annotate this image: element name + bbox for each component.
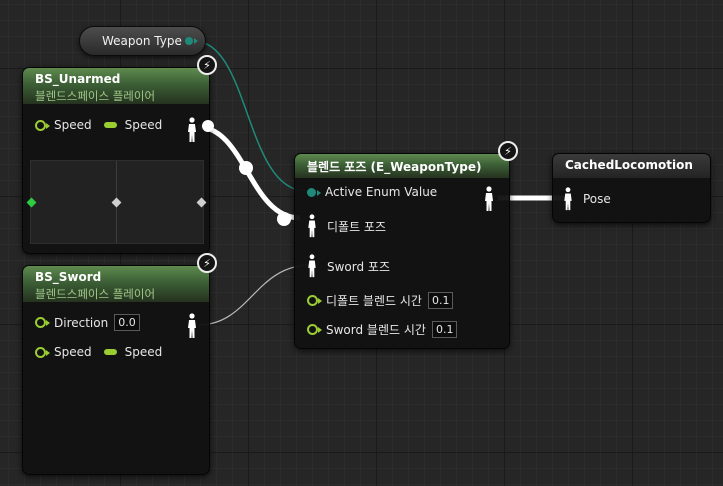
blendspace-sample-point[interactable] [111,197,122,208]
pose-output-pin-icon[interactable] [484,186,494,212]
pose-input-pin-icon[interactable] [307,254,317,278]
sword-pose-row: Sword 포즈 [307,254,390,278]
bs-unarmed-header: BS_Unarmed 블렌드스페이스 플레이어 [23,68,209,104]
reroute-knot[interactable] [277,212,291,226]
float-connector-icon [103,122,117,128]
bs-unarmed-subtitle: 블렌드스페이스 플레이어 [35,89,156,103]
pose-output-pin-icon[interactable] [187,117,197,143]
speed-input-label: Speed [124,345,163,359]
bs-sword-direction-row: Direction 0.0 [35,314,140,331]
pose-input-pin-icon[interactable] [307,214,317,238]
blend-time-input-pin[interactable] [307,324,322,335]
bs-sword-title: BS_Sword [35,270,102,284]
bs-sword-subtitle: 블렌드스페이스 플레이어 [35,287,156,301]
default-blend-time-row: 디폴트 블렌드 시간 0.1 [307,292,454,309]
active-enum-row: Active Enum Value [307,185,437,199]
reroute-knot[interactable] [202,120,214,132]
bs-sword-header: BS_Sword 블렌드스페이스 플레이어 [23,266,209,302]
speed-pin-label: Speed [54,345,92,359]
direction-value-field[interactable]: 0.0 [114,314,140,331]
sword-blend-time-label: Sword 블렌드 시간 [326,323,426,337]
default-pose-row: 디폴트 포즈 [307,214,386,238]
direction-input-pin[interactable] [35,317,50,328]
float-connector-icon [103,349,117,355]
default-pose-label: 디폴트 포즈 [327,219,387,234]
cached-locomotion-header: CachedLocomotion [553,154,710,178]
bs-unarmed-speed-row: Speed Speed [35,118,162,132]
weapon-type-variable-node[interactable]: Weapon Type [79,26,206,56]
blend-poses-title: 블렌드 포즈 (E_WeaponType) [307,160,482,174]
default-blend-time-field[interactable]: 0.1 [427,292,454,309]
pose-input-pin-icon[interactable] [563,187,573,211]
cached-locomotion-title: CachedLocomotion [565,158,693,172]
weapon-type-label: Weapon Type [102,34,182,48]
enum-output-pin[interactable] [185,37,198,45]
pose-output-pin-icon[interactable] [187,313,197,339]
blendspace-preview-graph [26,160,207,244]
bs-sword-speed-row: Speed Speed [35,345,162,359]
enum-input-pin[interactable] [307,187,321,197]
pose-input-row: Pose [563,187,611,211]
speed-pin-label: Speed [54,118,92,132]
lightning-icon: ⚡ [197,253,217,273]
cached-locomotion-node[interactable]: CachedLocomotion Pose [552,153,711,223]
bs-sword-node[interactable]: BS_Sword 블렌드스페이스 플레이어 Direction 0.0 Spee… [22,265,210,475]
pose-label: Pose [583,192,611,206]
blend-poses-node[interactable]: 블렌드 포즈 (E_WeaponType) Active Enum Value … [294,153,510,349]
default-blend-time-label: 디폴트 블렌드 시간 [326,294,422,308]
speed-input-label: Speed [124,118,163,132]
direction-label: Direction [54,315,109,330]
sword-pose-label: Sword 포즈 [327,259,391,274]
sword-blend-time-field[interactable]: 0.1 [431,321,458,338]
speed-input-pin[interactable] [35,346,50,358]
bs-unarmed-title: BS_Unarmed [35,72,121,86]
blend-poses-header: 블렌드 포즈 (E_WeaponType) [295,154,509,178]
active-enum-label: Active Enum Value [325,185,438,199]
lightning-icon: ⚡ [498,141,518,161]
speed-input-pin[interactable] [35,119,50,131]
lightning-icon: ⚡ [197,55,217,75]
blend-time-input-pin[interactable] [307,295,322,306]
sword-blend-time-row: Sword 블렌드 시간 0.1 [307,321,458,338]
reroute-knot[interactable] [239,161,253,175]
